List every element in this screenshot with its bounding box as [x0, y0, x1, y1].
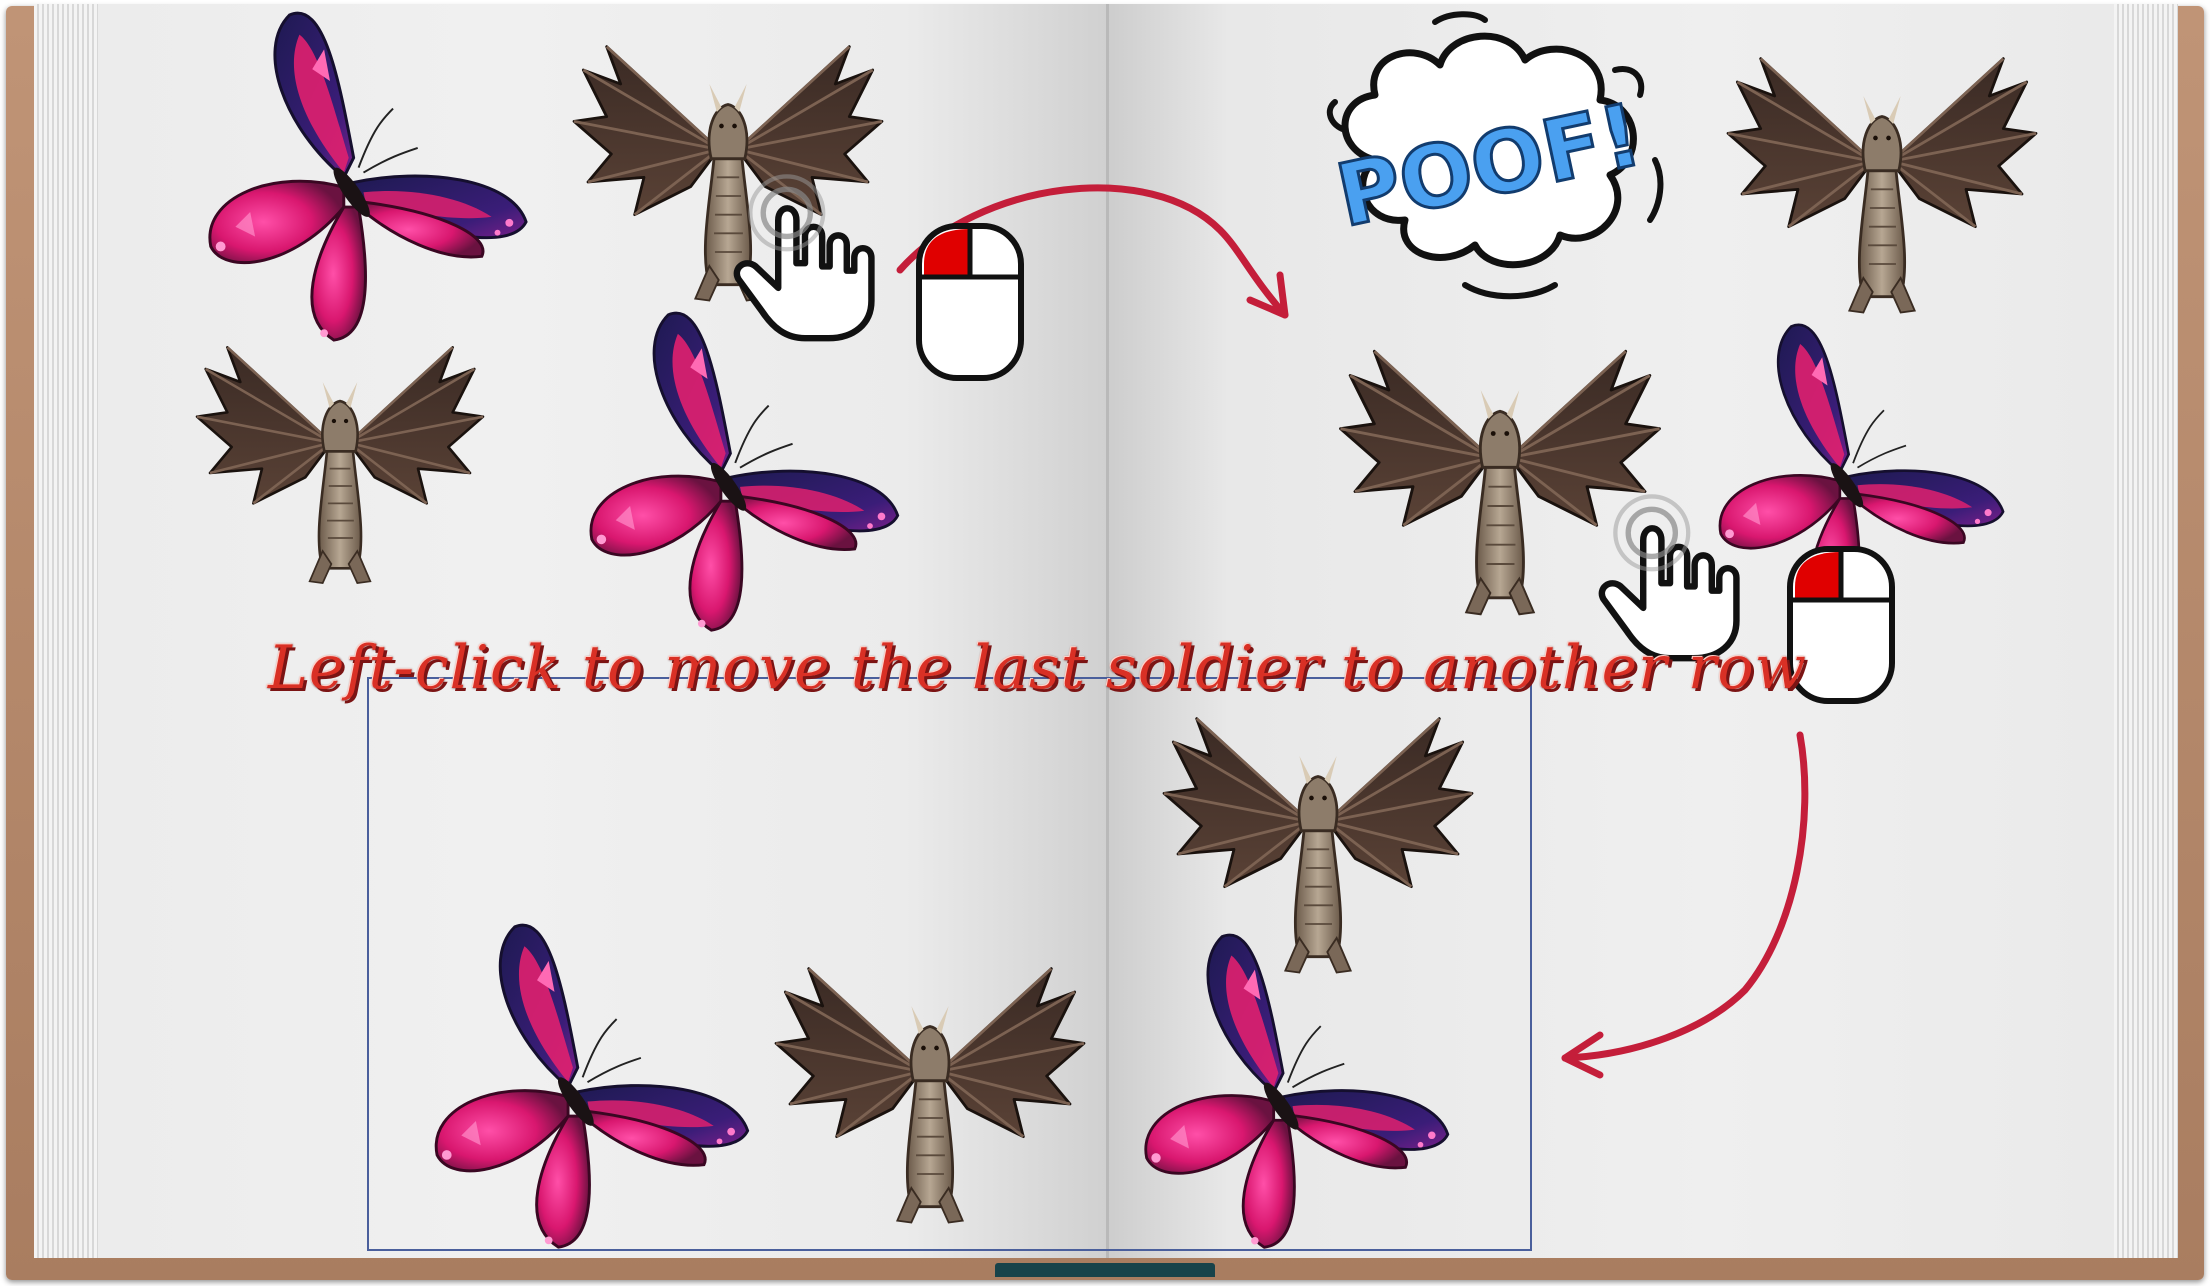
dragon-soldier[interactable] — [1712, 40, 2052, 320]
butterfly-soldier[interactable] — [575, 310, 905, 635]
butterfly-soldier[interactable] — [420, 922, 755, 1252]
hand-pointer-icon — [730, 160, 880, 345]
butterfly-soldier[interactable] — [196, 10, 531, 345]
mouse-left-click-icon — [915, 222, 1025, 382]
dragon-soldier[interactable] — [760, 950, 1100, 1230]
page-edges-left — [34, 4, 98, 1258]
page-edges-right — [2114, 4, 2178, 1258]
curved-arrow-icon — [1561, 731, 1809, 1079]
poof-burst-icon: POOF! — [1326, 11, 1664, 300]
dragon-soldier[interactable] — [170, 330, 510, 590]
instruction-text: Left-click to move the last soldier to a… — [268, 633, 1808, 703]
butterfly-soldier[interactable] — [1125, 932, 1460, 1252]
bookmark-ribbon — [995, 1263, 1215, 1277]
